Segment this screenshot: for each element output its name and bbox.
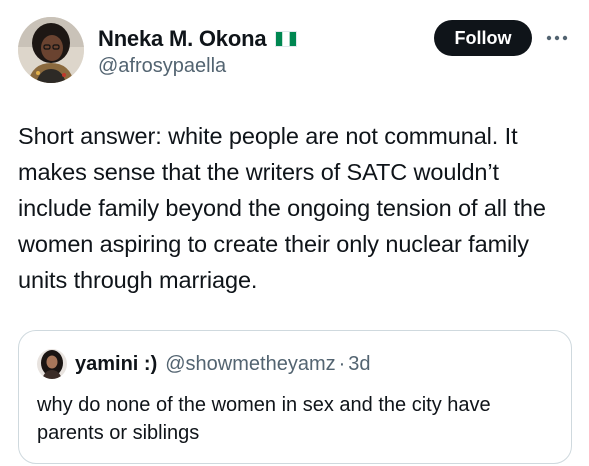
avatar-image <box>18 17 84 83</box>
quoted-tweet-card[interactable]: yamini :) @showmetheyamz · 3d why do non… <box>18 330 572 464</box>
quoted-tweet-text: why do none of the women in sex and the … <box>37 394 491 444</box>
quoted-avatar-image <box>37 349 67 379</box>
quoted-tweet-header: yamini :) @showmetheyamz · 3d <box>37 349 371 379</box>
tweet-card: Nneka M. Okona @afrosypaella Follow Shor… <box>0 0 589 466</box>
author-handle[interactable]: @afrosypaella <box>98 55 226 78</box>
more-horizontal-icon[interactable] <box>544 30 570 46</box>
author-name-row: Nneka M. Okona <box>98 26 298 52</box>
follow-button[interactable]: Follow <box>434 20 532 56</box>
quoted-timestamp[interactable]: 3d <box>348 353 370 376</box>
author-avatar[interactable] <box>18 17 84 83</box>
tweet-text: Short answer: white people are not commu… <box>18 123 546 293</box>
author-display-name[interactable]: Nneka M. Okona <box>98 26 267 52</box>
nigeria-flag-icon <box>275 31 298 47</box>
quoted-author-avatar[interactable] <box>37 349 67 379</box>
quoted-handle[interactable]: @showmetheyamz <box>165 353 335 376</box>
quoted-display-name[interactable]: yamini :) <box>75 353 157 376</box>
quoted-separator: · <box>338 352 346 375</box>
